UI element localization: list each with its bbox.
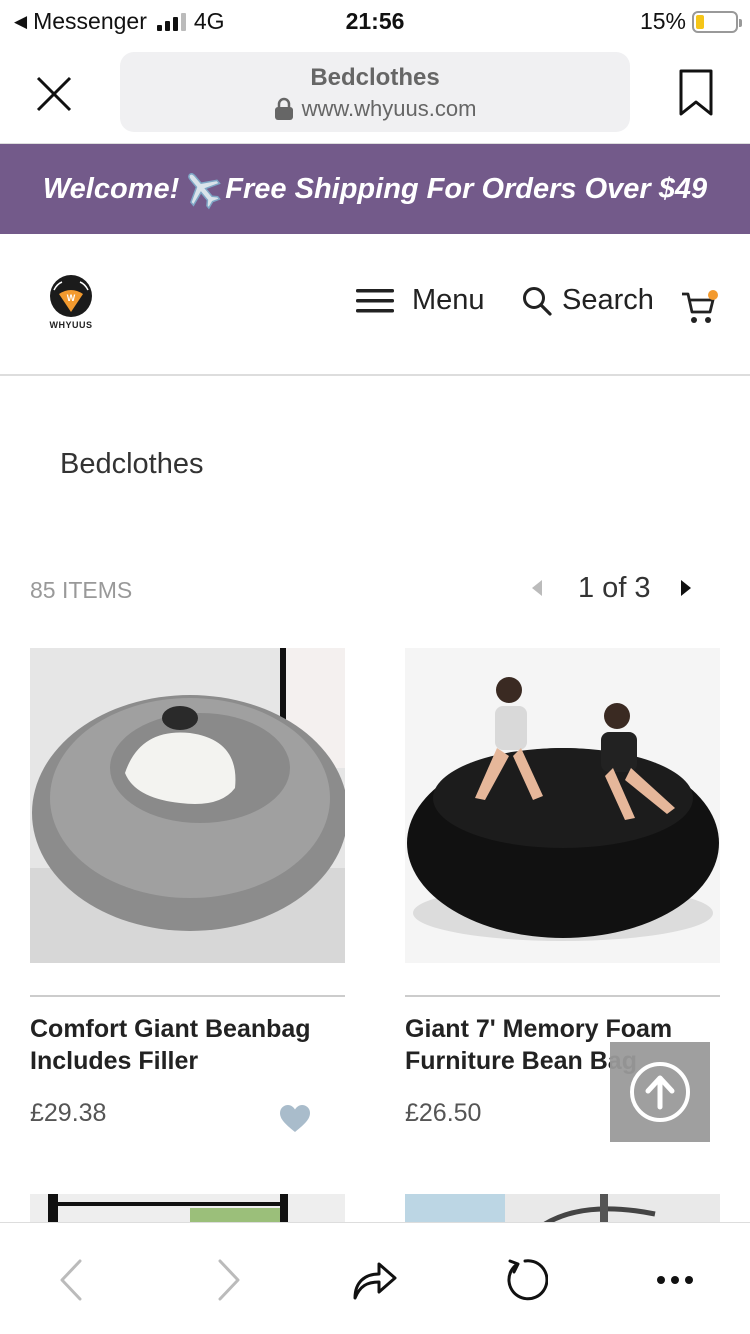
- cart-icon: [682, 290, 718, 323]
- menu-button[interactable]: Menu: [356, 284, 485, 317]
- heart-icon: [280, 1105, 310, 1132]
- battery-icon: [692, 10, 742, 33]
- refresh-icon: [507, 1259, 548, 1301]
- next-page-button[interactable]: [679, 570, 699, 606]
- logo-text: WHYUUS: [49, 320, 93, 330]
- more-dots-icon: [657, 1276, 693, 1284]
- close-icon: [36, 76, 72, 112]
- product-name-line-1: Comfort Giant Beanbag: [30, 1015, 311, 1043]
- product-name[interactable]: Comfort Giant Beanbag Includes Filler: [30, 1013, 345, 1077]
- product-image[interactable]: [30, 648, 345, 963]
- status-right: 15%: [639, 8, 742, 35]
- close-button[interactable]: [34, 74, 74, 114]
- promo-shipping-text: Free Shipping For Orders Over $49: [225, 172, 708, 205]
- logo-icon: W: [50, 275, 92, 317]
- lock-icon: [274, 97, 293, 120]
- pagination: 1 of 3: [530, 570, 699, 606]
- product-divider: [30, 995, 345, 997]
- cart-button[interactable]: [680, 290, 720, 326]
- back-to-top-button[interactable]: [610, 1042, 710, 1142]
- arrow-up-circle-icon: [630, 1062, 690, 1122]
- address-bar[interactable]: Bedclothes www.whyuus.com: [120, 52, 630, 132]
- page-indicator: 1 of 3: [578, 571, 651, 604]
- bookmark-icon: [679, 69, 713, 116]
- status-time: 21:56: [345, 8, 405, 34]
- chair-image: [405, 1194, 720, 1224]
- search-icon: [523, 286, 552, 316]
- browser-toolbar: [0, 1222, 750, 1334]
- forward-button[interactable]: [204, 1255, 254, 1305]
- page-title: Bedclothes: [60, 448, 204, 480]
- site-logo[interactable]: W WHYUUS: [44, 274, 98, 336]
- share-icon: [353, 1262, 397, 1300]
- chevron-left-icon: [60, 1259, 82, 1301]
- product-card[interactable]: Comfort Giant Beanbag Includes Filler £2…: [30, 648, 345, 1132]
- promo-welcome: Welcome!: [42, 172, 180, 205]
- address-domain: www.whyuus.com: [301, 96, 477, 121]
- caret-left-icon: [532, 580, 542, 596]
- reload-button[interactable]: [500, 1255, 550, 1305]
- svg-text:W: W: [67, 293, 76, 303]
- product-image[interactable]: [405, 648, 720, 963]
- wishlist-button[interactable]: [279, 1104, 311, 1134]
- bookmark-button[interactable]: [678, 68, 714, 118]
- cart-badge-dot: [708, 290, 718, 300]
- back-button[interactable]: [46, 1255, 96, 1305]
- hamburger-icon: [356, 288, 394, 312]
- address-domain-row: www.whyuus.com: [120, 96, 630, 122]
- product-image-partial[interactable]: [30, 1194, 345, 1224]
- chevron-right-icon: [218, 1259, 240, 1301]
- items-count: 85 ITEMS: [30, 577, 133, 603]
- address-page-title: Bedclothes: [310, 64, 440, 91]
- product-name-line-1: Giant 7' Memory Foam: [405, 1015, 673, 1043]
- product-image-partial[interactable]: [405, 1194, 720, 1224]
- site-header: W WHYUUS Menu Search: [0, 234, 750, 376]
- menu-label: Menu: [412, 284, 485, 316]
- more-button[interactable]: [650, 1255, 700, 1305]
- caret-right-icon: [680, 580, 691, 596]
- beanbag-grey-image: [30, 648, 345, 963]
- airplane-icon: [188, 173, 222, 210]
- product-divider: [405, 995, 720, 997]
- share-button[interactable]: [350, 1255, 400, 1305]
- promo-banner[interactable]: Welcome! Free Shipping For Orders Over $…: [0, 144, 750, 234]
- browser-header: Bedclothes www.whyuus.com: [0, 42, 750, 144]
- beanbag-black-image: [405, 648, 720, 963]
- status-bar: ◀ Messenger 4G 21:56 15%: [0, 0, 750, 42]
- battery-percent: 15%: [639, 8, 686, 34]
- product-name-line-2: Includes Filler: [30, 1047, 199, 1075]
- search-label: Search: [562, 284, 654, 316]
- prev-page-button[interactable]: [530, 570, 550, 606]
- room-image: [30, 1194, 345, 1224]
- search-button[interactable]: Search: [522, 284, 654, 317]
